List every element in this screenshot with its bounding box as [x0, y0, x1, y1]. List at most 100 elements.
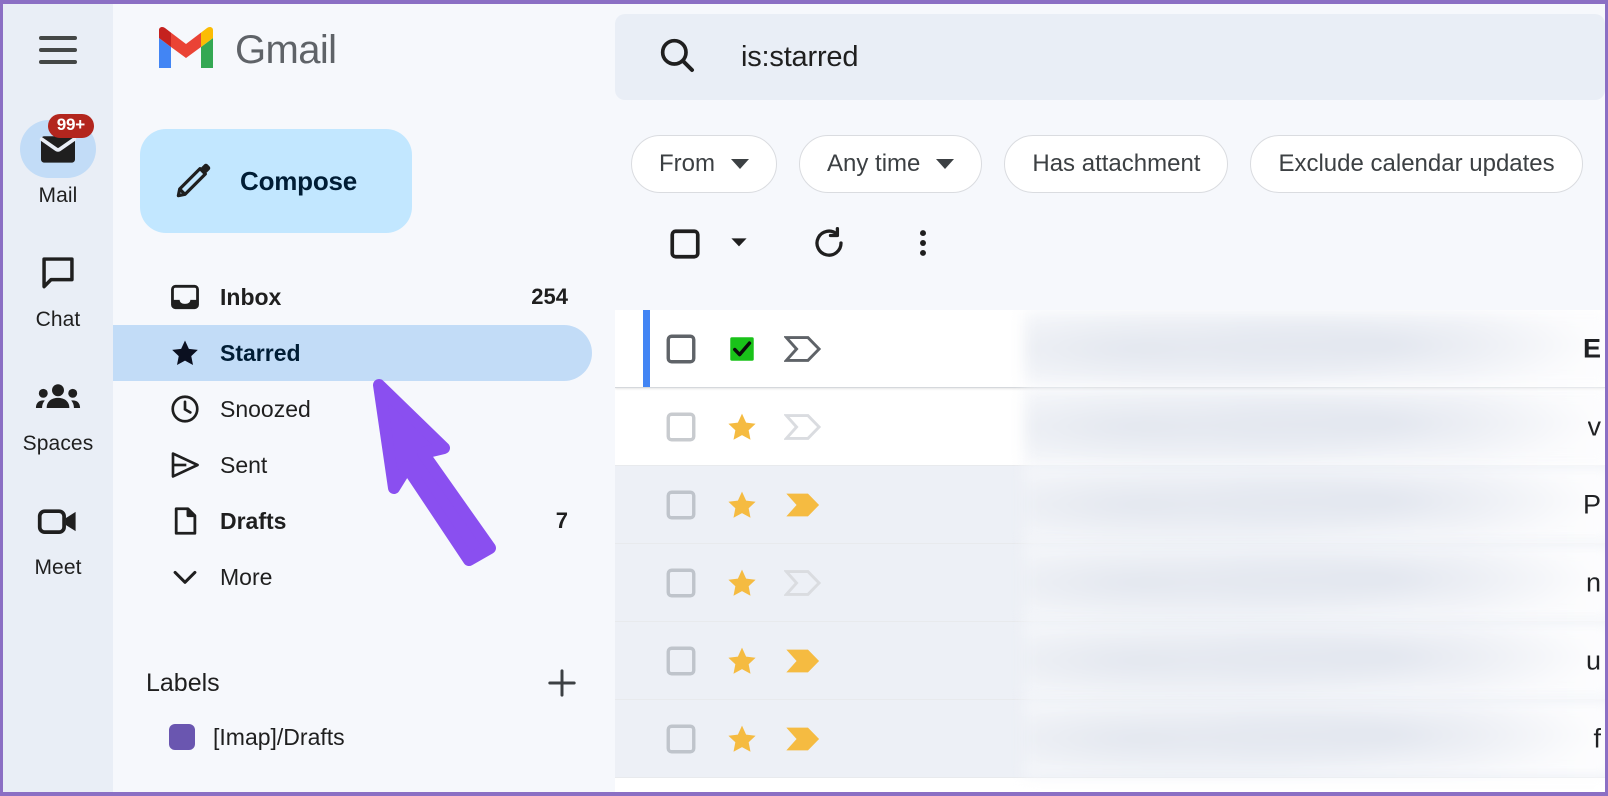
row-content-redacted: f	[834, 700, 1605, 777]
list-toolbar	[615, 200, 1605, 288]
row-content-redacted: n	[834, 544, 1605, 621]
sidebar-item-label-drafts: Drafts	[220, 507, 287, 534]
labels-title: Labels	[146, 668, 220, 697]
gmail-brand[interactable]: Gmail	[113, 4, 615, 96]
table-row[interactable]: u	[615, 622, 1605, 700]
blurred-content	[1024, 544, 1605, 621]
table-row[interactable]: f	[615, 700, 1605, 778]
blurred-content	[1024, 466, 1605, 543]
rail-item-label-spaces: Spaces	[22, 432, 94, 455]
row-checkbox[interactable]	[650, 410, 712, 444]
row-selected-accent	[643, 310, 650, 387]
folder-list: Inbox 254 Starred Snoozed Sent Drafts 7 …	[113, 269, 615, 605]
sidebar-item-snoozed[interactable]: Snoozed	[113, 381, 592, 437]
chevron-down-icon[interactable]	[726, 229, 752, 260]
refresh-button[interactable]	[794, 209, 864, 279]
row-text-fragment: P	[1582, 489, 1601, 519]
brand-label: Gmail	[235, 27, 337, 72]
important-marker-icon[interactable]	[772, 334, 834, 364]
row-checkbox[interactable]	[650, 722, 712, 756]
draft-file-icon	[169, 505, 203, 537]
row-text-fragment: n	[1585, 567, 1601, 597]
sidebar-item-sent[interactable]: Sent	[113, 437, 592, 493]
inbox-count: 254	[531, 284, 568, 309]
star-icon[interactable]	[712, 333, 772, 365]
star-icon[interactable]	[712, 566, 772, 600]
sidebar-item-starred[interactable]: Starred	[113, 325, 592, 381]
important-marker-icon[interactable]	[772, 646, 834, 676]
select-all-control[interactable]	[650, 209, 752, 279]
row-checkbox[interactable]	[650, 332, 712, 366]
email-list[interactable]: E v P n u f	[615, 310, 1605, 792]
rail-item-meet[interactable]: Meet	[8, 492, 108, 580]
blurred-content	[1024, 700, 1605, 777]
table-row[interactable]: E	[615, 310, 1605, 388]
important-marker-icon[interactable]	[772, 568, 834, 598]
sidebar-item-more[interactable]: More	[113, 549, 592, 605]
compose-button[interactable]: Compose	[140, 129, 412, 233]
table-row[interactable]: P	[615, 466, 1605, 544]
row-checkbox[interactable]	[650, 566, 712, 600]
row-content-redacted: P	[834, 466, 1605, 543]
important-marker-icon[interactable]	[772, 490, 834, 520]
filter-chip-any-time[interactable]: Any time	[799, 134, 983, 193]
send-icon	[169, 449, 203, 481]
more-options-button[interactable]	[888, 209, 958, 279]
filter-chip-exclude-calendar-updates[interactable]: Exclude calendar updates	[1250, 134, 1583, 193]
sidebar-item-drafts[interactable]: Drafts 7	[113, 493, 592, 549]
filter-chip-from[interactable]: From	[631, 134, 777, 193]
hamburger-menu-icon[interactable]	[30, 22, 86, 78]
row-checkbox[interactable]	[650, 644, 712, 678]
sidebar: Gmail Compose Inbox 254 Starred Snoozed …	[113, 4, 615, 792]
rail-item-mail[interactable]: 99+ Mail	[8, 114, 108, 208]
star-icon[interactable]	[712, 644, 772, 678]
filter-chip-label: Has attachment	[1032, 149, 1201, 177]
app-rail: 99+ Mail Chat Spaces Meet	[3, 4, 113, 792]
row-text-fragment: E	[1582, 333, 1601, 363]
mail-unread-badge: 99+	[47, 114, 94, 138]
table-row[interactable]: n	[615, 544, 1605, 622]
hamburger-line	[39, 36, 77, 40]
label-color-chip	[169, 724, 195, 750]
star-icon	[169, 337, 203, 369]
main-pane: is:starred From Any time Has attachment …	[615, 4, 1605, 792]
drafts-count: 7	[555, 508, 568, 533]
compose-label: Compose	[240, 165, 358, 196]
mail-icon: 99+	[20, 114, 96, 178]
table-row[interactable]: v	[615, 388, 1605, 466]
rail-item-chat[interactable]: Chat	[8, 244, 108, 332]
rail-item-label-meet: Meet	[34, 556, 82, 579]
rail-item-spaces[interactable]: Spaces	[8, 368, 108, 456]
more-vertical-icon	[908, 226, 938, 263]
star-icon[interactable]	[712, 488, 772, 522]
search-input[interactable]: is:starred	[615, 14, 1605, 100]
plus-icon[interactable]	[545, 666, 579, 700]
inbox-icon	[169, 281, 203, 313]
sidebar-item-label-inbox: Inbox	[220, 283, 282, 310]
row-checkbox[interactable]	[650, 488, 712, 522]
search-query-text: is:starred	[741, 40, 859, 73]
row-text-fragment: f	[1593, 723, 1601, 753]
chat-bubble-icon	[20, 244, 96, 302]
checkbox-icon[interactable]	[650, 209, 720, 279]
filter-chip-label: Exclude calendar updates	[1278, 149, 1555, 177]
hamburger-line	[39, 48, 77, 52]
sidebar-item-label-more: More	[220, 563, 273, 590]
chevron-down-icon	[731, 158, 749, 169]
pencil-icon	[174, 160, 214, 203]
hamburger-line	[39, 60, 77, 64]
star-icon[interactable]	[712, 410, 772, 444]
search-icon	[657, 35, 697, 80]
row-text-fragment: v	[1587, 411, 1602, 441]
sidebar-item-inbox[interactable]: Inbox 254	[113, 269, 592, 325]
gmail-window: 99+ Mail Chat Spaces Meet Gmail Compose …	[0, 0, 1608, 796]
star-icon[interactable]	[712, 722, 772, 756]
important-marker-icon[interactable]	[772, 724, 834, 754]
video-camera-icon	[20, 492, 96, 550]
filter-chip-label: From	[659, 149, 715, 177]
row-content-redacted: E	[834, 310, 1605, 387]
refresh-icon	[811, 225, 847, 264]
list-item[interactable]: [Imap]/Drafts	[113, 711, 615, 763]
filter-chip-has-attachment[interactable]: Has attachment	[1004, 134, 1229, 193]
important-marker-icon[interactable]	[772, 412, 834, 442]
